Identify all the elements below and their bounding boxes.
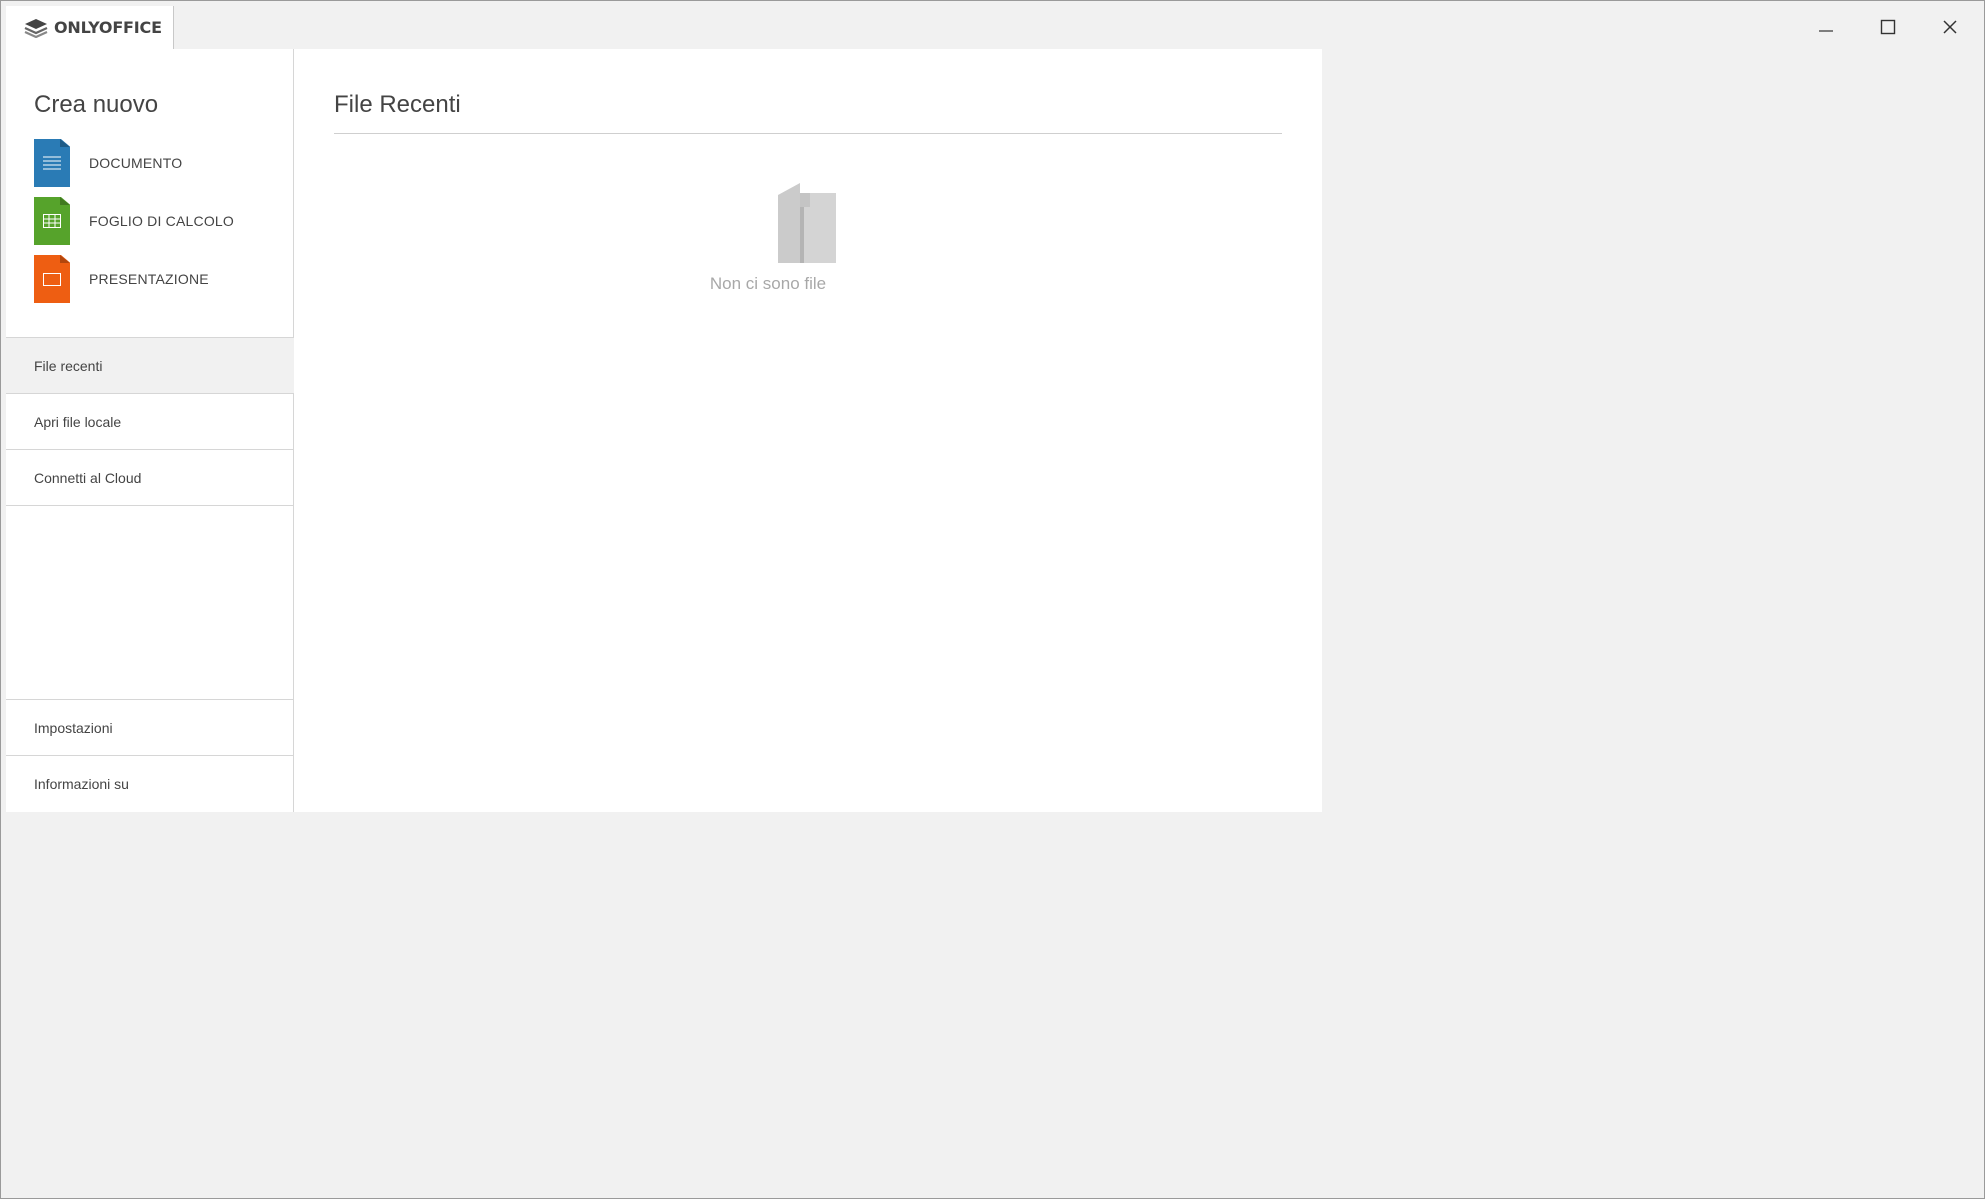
- close-button[interactable]: [1920, 7, 1980, 47]
- recent-files-content: File Recenti Non ci sono file: [294, 49, 1322, 812]
- create-spreadsheet-button[interactable]: FOGLIO DI CALCOLO: [34, 197, 274, 245]
- nav-item-label: Informazioni su: [34, 776, 129, 792]
- nav-item-label: Impostazioni: [34, 719, 113, 736]
- empty-state-text: Non ci sono file: [709, 274, 827, 293]
- nav-item-recent-files[interactable]: File recenti: [6, 338, 294, 394]
- create-document-label: DOCUMENTO: [89, 155, 183, 171]
- start-panel: Crea nuovo DOCUMENTO FOGLIO DI CALCOLO P…: [6, 49, 1322, 812]
- nav-item-label: File recenti: [34, 357, 103, 374]
- maximize-button[interactable]: [1858, 7, 1918, 47]
- create-presentation-button[interactable]: PRESENTAZIONE: [34, 255, 274, 303]
- close-icon: [1943, 20, 1957, 34]
- presentation-icon: [34, 255, 70, 303]
- maximize-icon: [1880, 19, 1896, 35]
- create-document-button[interactable]: DOCUMENTO: [34, 139, 274, 187]
- nav-item-label: Connetti al Cloud: [34, 469, 142, 486]
- minimize-icon: [1819, 30, 1833, 32]
- sidebar: Crea nuovo DOCUMENTO FOGLIO DI CALCOLO P…: [6, 49, 294, 812]
- empty-folder-icon: [778, 183, 836, 263]
- brand-name: ONLYOFFICE: [54, 18, 162, 37]
- nav-item-about[interactable]: Informazioni su: [6, 756, 294, 812]
- page-title: File Recenti: [334, 91, 461, 118]
- create-presentation-label: PRESENTAZIONE: [89, 271, 209, 287]
- nav-item-open-local-file[interactable]: Apri file locale: [6, 394, 294, 450]
- nav-item-connect-cloud[interactable]: Connetti al Cloud: [6, 450, 294, 506]
- title-bar: ONLYOFFICE: [1, 1, 1984, 49]
- nav-item-settings[interactable]: Impostazioni: [6, 700, 294, 756]
- create-new-title: Crea nuovo: [34, 91, 159, 118]
- document-icon: [34, 139, 70, 187]
- app-window: ONLYOFFICE Crea nuovo DOCUMENTO FOGLIO D…: [0, 0, 1985, 1199]
- nav-item-label: Apri file locale: [34, 413, 122, 430]
- create-spreadsheet-label: FOGLIO DI CALCOLO: [89, 213, 234, 229]
- minimize-button[interactable]: [1796, 7, 1856, 47]
- onlyoffice-logo-icon: [24, 18, 48, 38]
- title-divider: [334, 133, 1282, 134]
- spreadsheet-icon: [34, 197, 70, 245]
- brand-tab[interactable]: ONLYOFFICE: [6, 6, 174, 49]
